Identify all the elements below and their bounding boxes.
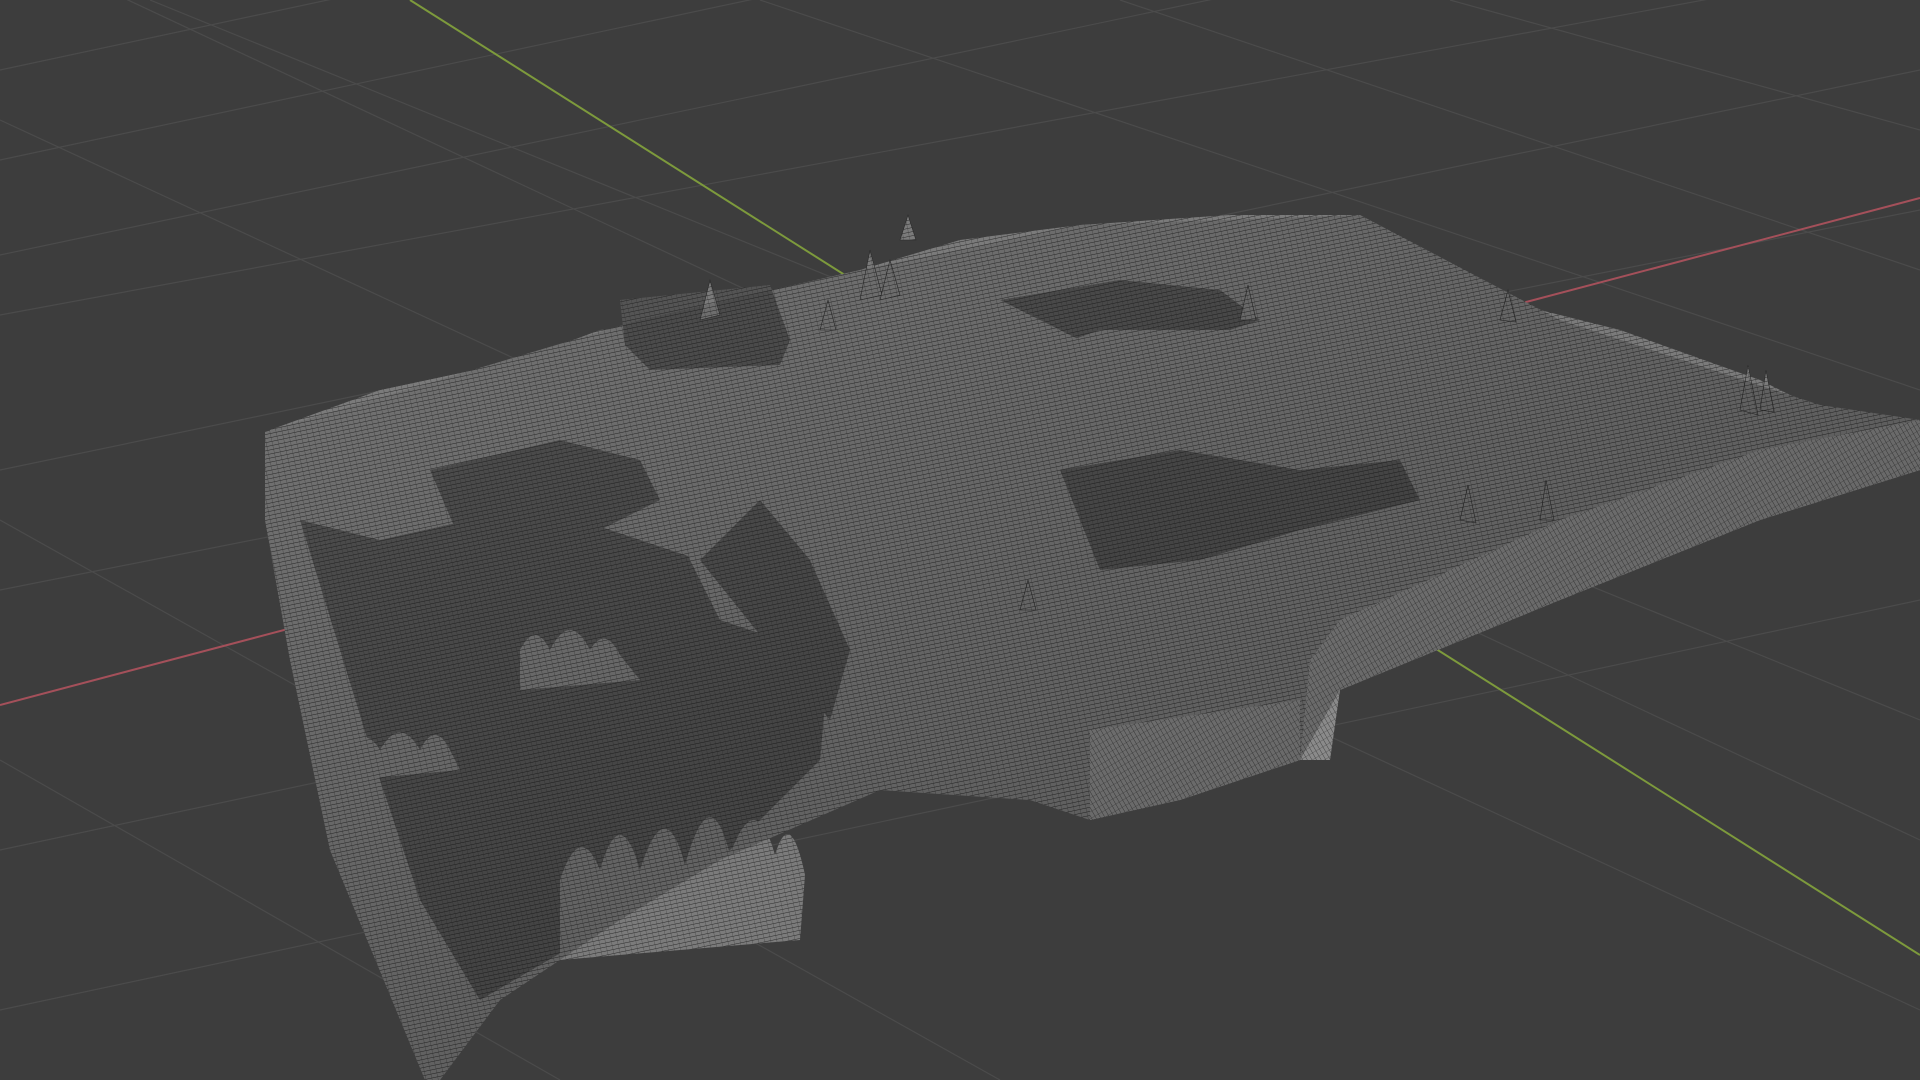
3d-viewport[interactable] xyxy=(0,0,1920,1080)
terrain-shading xyxy=(265,215,1920,1080)
viewport-scene[interactable] xyxy=(0,0,1920,1080)
terrain-mesh[interactable] xyxy=(265,214,1920,1080)
